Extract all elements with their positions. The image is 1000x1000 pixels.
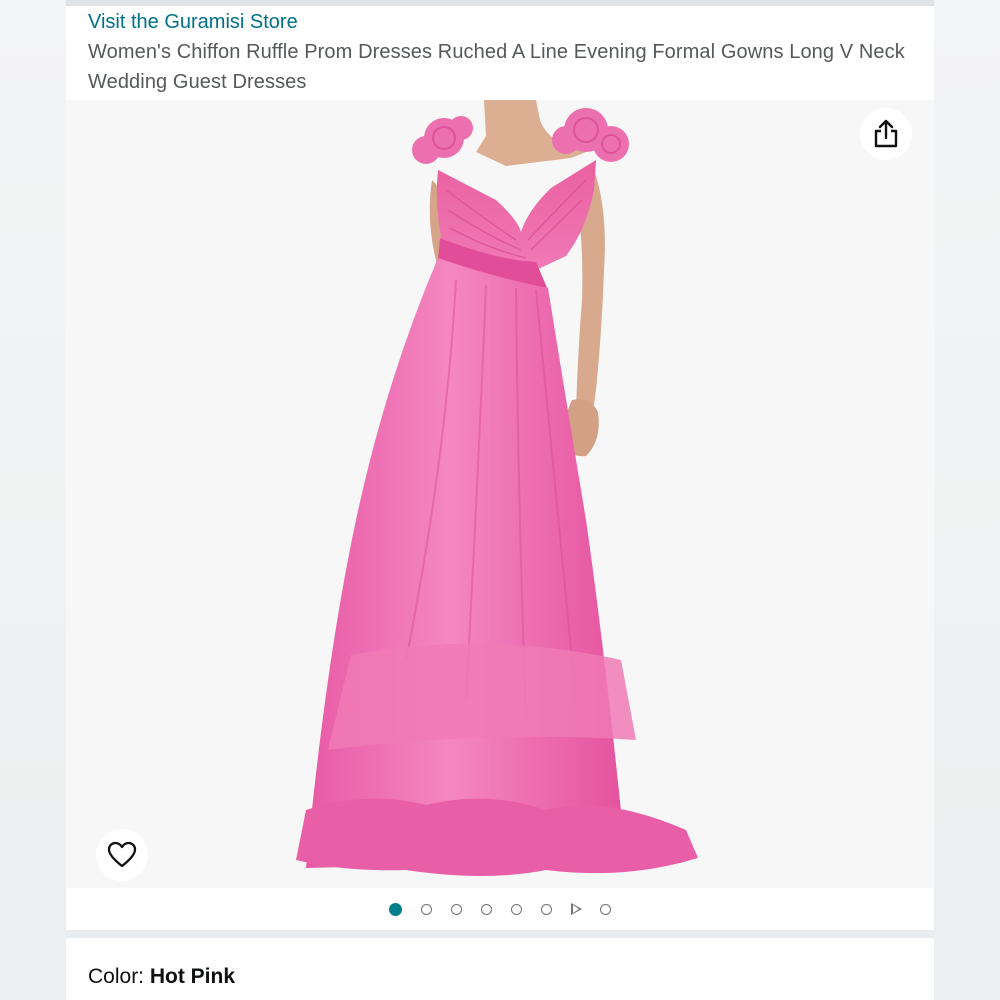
carousel-dot-6[interactable]	[541, 903, 552, 915]
carousel-dot-2[interactable]	[421, 903, 432, 915]
image-carousel-indicator	[66, 888, 934, 930]
play-video-icon[interactable]	[570, 903, 582, 915]
color-selection: Color: Hot Pink	[88, 965, 912, 989]
carousel-dot-1[interactable]	[389, 902, 402, 916]
favorite-button[interactable]	[96, 829, 148, 881]
share-button[interactable]	[860, 108, 912, 160]
product-header: Visit the Guramisi Store Women's Chiffon…	[66, 6, 934, 100]
product-image-viewer[interactable]	[66, 100, 934, 888]
share-icon	[874, 119, 898, 148]
heart-icon	[107, 841, 137, 868]
variation-section: Color: Hot Pink	[66, 938, 934, 1000]
carousel-dot-5[interactable]	[511, 903, 522, 915]
color-value: Hot Pink	[149, 965, 236, 988]
carousel-dot-4[interactable]	[481, 903, 492, 915]
carousel-dot-3[interactable]	[451, 903, 462, 915]
section-divider	[66, 930, 934, 938]
color-label: Color:	[88, 965, 150, 988]
product-image	[296, 100, 698, 876]
product-title: Women's Chiffon Ruffle Prom Dresses Ruch…	[88, 41, 905, 93]
store-link[interactable]: Visit the Guramisi Store	[88, 9, 912, 35]
carousel-dot-8[interactable]	[600, 903, 611, 915]
